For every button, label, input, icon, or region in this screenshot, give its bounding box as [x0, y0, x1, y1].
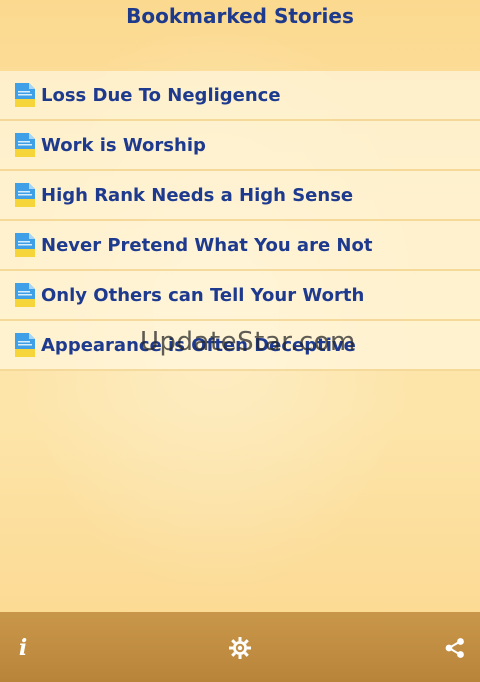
bottom-toolbar: i: [0, 612, 480, 682]
page-title: Bookmarked Stories: [126, 4, 354, 28]
bookmark-item[interactable]: Appearance is Often Deceptive: [0, 321, 480, 371]
bookmark-item[interactable]: Only Others can Tell Your Worth: [0, 271, 480, 321]
bookmark-title: Never Pretend What You are Not: [41, 234, 373, 256]
info-button[interactable]: i: [8, 633, 38, 663]
bookmark-title: Appearance is Often Deceptive: [41, 334, 356, 356]
bookmark-item[interactable]: High Rank Needs a High Sense: [0, 171, 480, 221]
settings-gear-icon: [229, 637, 251, 659]
document-icon: [15, 333, 35, 357]
bookmark-title: Loss Due To Negligence: [41, 84, 281, 106]
share-icon: [445, 638, 464, 658]
document-icon: [15, 83, 35, 107]
bookmark-item[interactable]: Work is Worship: [0, 121, 480, 171]
bookmark-title: Work is Worship: [41, 134, 206, 156]
bookmark-list: Loss Due To Negligence Work is Worship H…: [0, 71, 480, 371]
document-icon: [15, 283, 35, 307]
document-icon: [15, 183, 35, 207]
bookmark-item[interactable]: Loss Due To Negligence: [0, 71, 480, 121]
share-button[interactable]: [440, 633, 470, 663]
info-icon: i: [18, 635, 28, 661]
document-icon: [15, 133, 35, 157]
bookmark-title: Only Others can Tell Your Worth: [41, 284, 365, 306]
bookmark-title: High Rank Needs a High Sense: [41, 184, 354, 206]
document-icon: [15, 233, 35, 257]
bookmark-item[interactable]: Never Pretend What You are Not: [0, 221, 480, 271]
settings-button[interactable]: [225, 633, 255, 663]
